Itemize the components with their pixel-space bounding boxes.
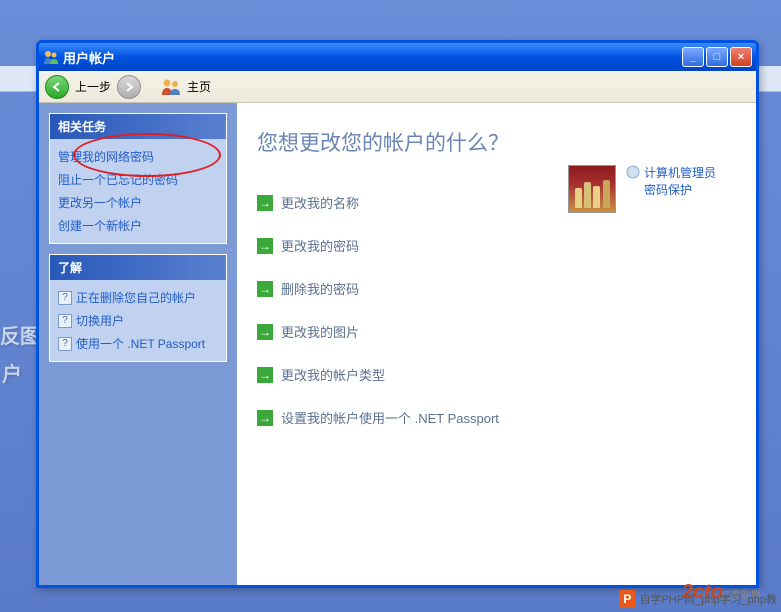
action-net-passport[interactable]: →设置我的帐户使用一个 .NET Passport <box>257 396 736 439</box>
forward-button[interactable] <box>117 75 141 99</box>
toolbar: 上一步 主页 <box>39 71 756 103</box>
arrow-right-icon <box>123 81 135 93</box>
task-manage-passwords[interactable]: 管理我的网络密码 <box>54 145 222 168</box>
sidebar: 相关任务 管理我的网络密码 阻止一个已忘记的密码 更改另一个帐户 创建一个新帐户… <box>39 103 237 585</box>
help-net-passport[interactable]: ?使用一个 .NET Passport <box>54 332 222 355</box>
bg-text-1: 反图 <box>0 320 40 349</box>
account-type-icon <box>626 165 640 179</box>
related-tasks-panel: 相关任务 管理我的网络密码 阻止一个已忘记的密码 更改另一个帐户 创建一个新帐户 <box>49 113 227 244</box>
action-change-type[interactable]: →更改我的帐户类型 <box>257 353 736 396</box>
user-accounts-window: 用户帐户 _ □ × 上一步 主页 相关任务 管理我的网络密码 <box>36 40 759 588</box>
action-change-password[interactable]: →更改我的密码 <box>257 224 736 267</box>
window-title: 用户帐户 <box>63 48 682 67</box>
arrow-icon: → <box>257 281 273 297</box>
main-content: 您想更改您的帐户的什么？ 计算机管理员 密码保护 →更改我的名称 <box>237 103 756 585</box>
user-accounts-icon <box>43 49 59 65</box>
learn-panel: 了解 ?正在删除您自己的帐户 ?切换用户 ?使用一个 .NET Passport <box>49 254 227 362</box>
arrow-icon: → <box>257 410 273 426</box>
titlebar[interactable]: 用户帐户 _ □ × <box>39 43 756 71</box>
arrow-icon: → <box>257 324 273 340</box>
back-button[interactable] <box>45 75 69 99</box>
learn-header: 了解 <box>50 255 226 280</box>
arrow-icon: → <box>257 367 273 383</box>
account-type: 计算机管理员 <box>644 165 716 182</box>
minimize-button[interactable]: _ <box>682 47 704 67</box>
help-icon: ? <box>58 314 72 328</box>
account-info-box: 计算机管理员 密码保护 <box>568 165 716 213</box>
help-icon: ? <box>58 291 72 305</box>
task-change-another[interactable]: 更改另一个帐户 <box>54 191 222 214</box>
maximize-button[interactable]: □ <box>706 47 728 67</box>
account-picture[interactable] <box>568 165 616 213</box>
help-switch-user[interactable]: ?切换用户 <box>54 309 222 332</box>
account-status: 密码保护 <box>644 182 716 199</box>
php-badge-icon: P <box>619 590 635 608</box>
arrow-left-icon <box>51 81 63 93</box>
action-list: →更改我的名称 →更改我的密码 →删除我的密码 →更改我的图片 →更改我的帐户类… <box>257 181 736 439</box>
help-icon: ? <box>58 337 72 351</box>
action-change-picture[interactable]: →更改我的图片 <box>257 310 736 353</box>
bg-text-2: 户 <box>2 358 22 387</box>
task-prevent-forgotten[interactable]: 阻止一个已忘记的密码 <box>54 168 222 191</box>
home-label[interactable]: 主页 <box>187 78 211 95</box>
help-delete-own[interactable]: ?正在删除您自己的帐户 <box>54 286 222 309</box>
home-users-icon <box>161 77 181 97</box>
footer-watermark: P 自学PHP网_php学习_php教 <box>619 590 777 608</box>
back-label[interactable]: 上一步 <box>75 78 111 95</box>
footer-text: 自学PHP网_php学习_php教 <box>639 591 777 607</box>
action-remove-password[interactable]: →删除我的密码 <box>257 267 736 310</box>
task-create-new[interactable]: 创建一个新帐户 <box>54 214 222 237</box>
arrow-icon: → <box>257 238 273 254</box>
arrow-icon: → <box>257 195 273 211</box>
close-button[interactable]: × <box>730 47 752 67</box>
related-tasks-header: 相关任务 <box>50 114 226 139</box>
page-title: 您想更改您的帐户的什么？ <box>257 127 736 157</box>
